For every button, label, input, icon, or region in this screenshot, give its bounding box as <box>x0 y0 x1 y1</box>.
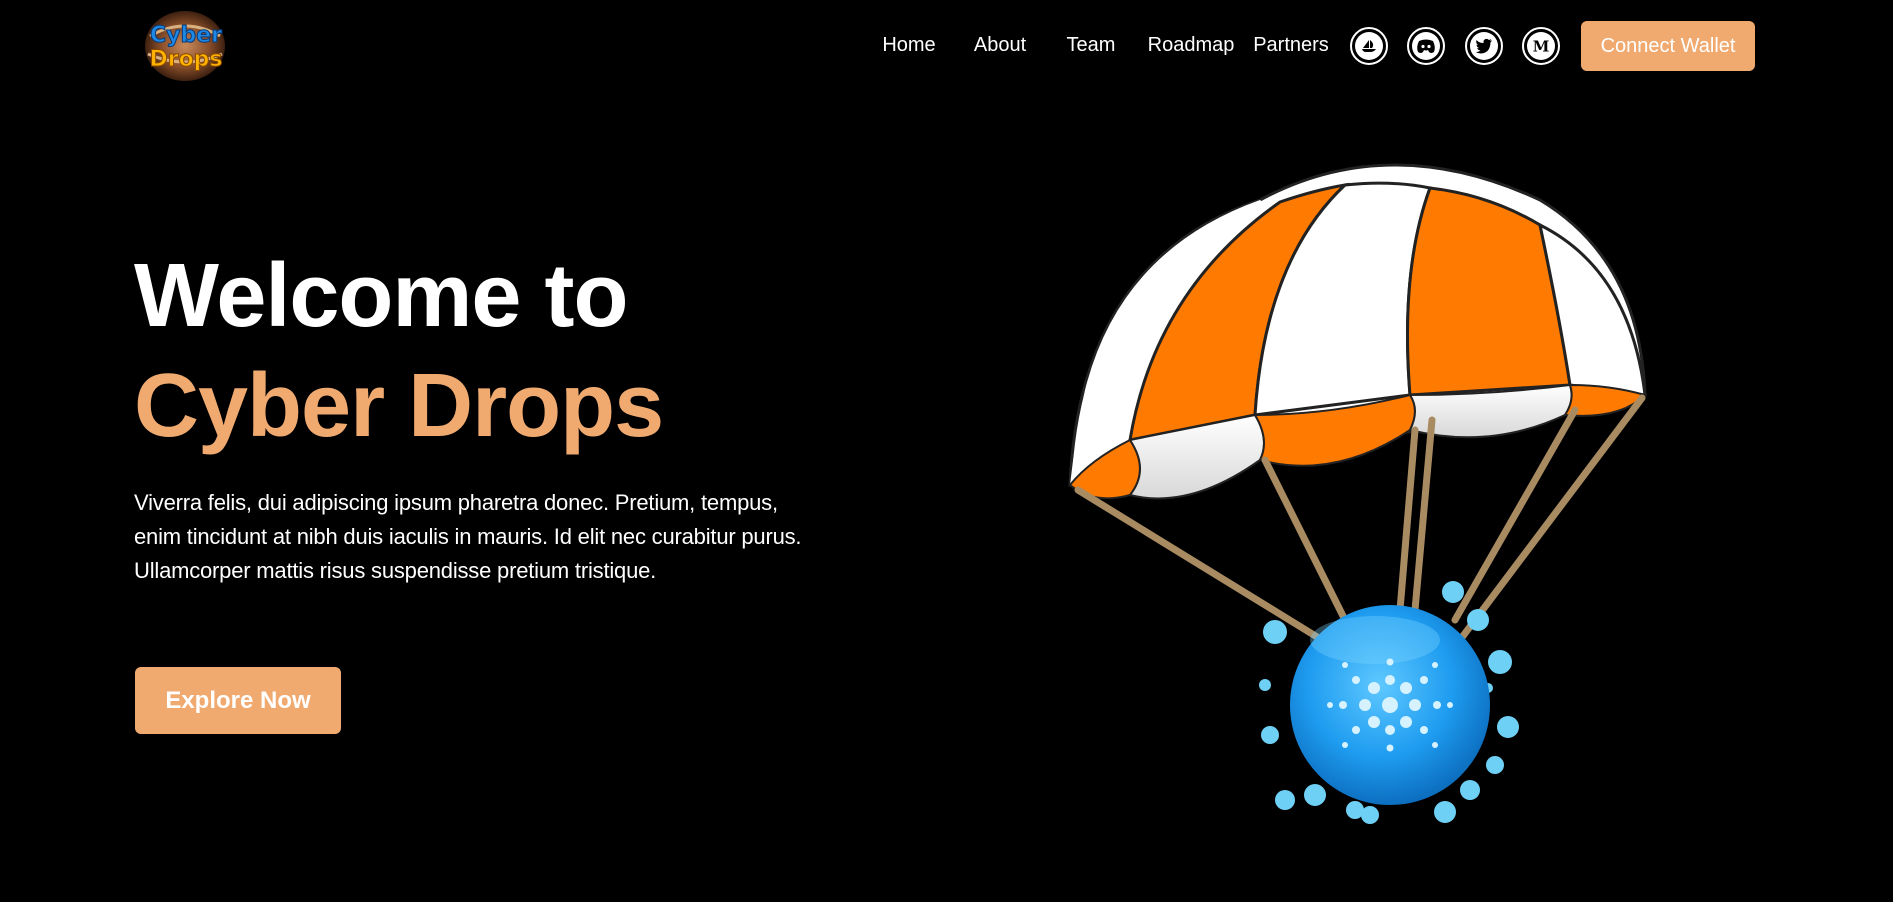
twitter-button[interactable] <box>1465 27 1503 65</box>
landing-page: Cyber Drops Home About Team Roadmap Part… <box>0 0 1893 902</box>
nav-partners[interactable]: Partners <box>1246 34 1336 57</box>
medium-button[interactable]: M <box>1522 27 1560 65</box>
discord-icon <box>1412 32 1440 60</box>
nav-about[interactable]: About <box>955 34 1045 57</box>
hero-title-line2: Cyber Drops <box>134 356 664 456</box>
opensea-icon <box>1355 32 1383 60</box>
twitter-icon <box>1470 32 1498 60</box>
svg-text:Drops: Drops <box>149 47 222 72</box>
cyber-drops-logo[interactable]: Cyber Drops <box>140 6 230 82</box>
nav-team[interactable]: Team <box>1046 34 1136 57</box>
hero-title-line1: Welcome to <box>134 246 628 346</box>
parachute-coin-illustration <box>1060 140 1660 830</box>
discord-button[interactable] <box>1407 27 1445 65</box>
opensea-button[interactable] <box>1350 27 1388 65</box>
connect-wallet-button[interactable]: Connect Wallet <box>1581 21 1755 71</box>
nav-home[interactable]: Home <box>864 34 954 57</box>
explore-now-button[interactable]: Explore Now <box>135 667 341 734</box>
svg-text:Cyber: Cyber <box>150 23 222 48</box>
svg-text:M: M <box>1533 38 1550 54</box>
hero-description: Viverra felis, dui adipiscing ipsum phar… <box>134 490 802 583</box>
medium-icon: M <box>1527 32 1555 60</box>
nav-roadmap[interactable]: Roadmap <box>1146 34 1236 57</box>
